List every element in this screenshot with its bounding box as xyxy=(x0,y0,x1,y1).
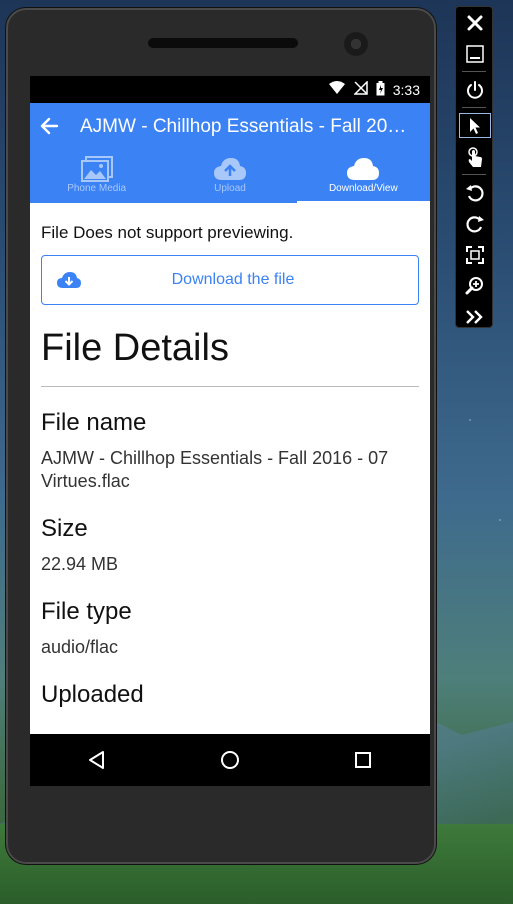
file-type-label: File type xyxy=(41,598,132,625)
divider xyxy=(41,386,419,387)
tab-phone-media[interactable]: Phone Media xyxy=(30,151,163,203)
file-type-value: audio/flac xyxy=(41,637,119,657)
no-signal-icon xyxy=(352,80,368,98)
preview-unsupported-message: File Does not support previewing. xyxy=(41,223,294,242)
emulator-toolbar xyxy=(455,6,493,328)
front-camera xyxy=(344,32,368,56)
tab-download-view[interactable]: Download/View xyxy=(296,151,430,203)
back-arrow-icon[interactable] xyxy=(38,115,60,143)
tab-label: Phone Media xyxy=(67,183,127,194)
image-gallery-icon xyxy=(30,155,163,183)
size-label: Size xyxy=(41,515,88,542)
rotate-left-icon[interactable] xyxy=(456,177,494,208)
file-name-label: File name xyxy=(41,409,147,436)
status-time: 3:33 xyxy=(392,81,420,98)
recents-icon[interactable] xyxy=(343,740,383,780)
tab-upload[interactable]: Upload xyxy=(163,151,296,203)
android-nav-bar xyxy=(30,734,430,786)
file-name-value: AJMW - Chillhop Essentials - Fall 2016 -… xyxy=(41,448,389,491)
more-icon[interactable] xyxy=(456,301,494,332)
touch-icon[interactable] xyxy=(456,141,494,172)
app-bar: AJMW - Chillhop Essentials - Fall 2016 -… xyxy=(30,103,430,203)
file-details-content: File Does not support previewing. Downlo… xyxy=(30,203,430,709)
download-file-label: Download the file xyxy=(171,271,295,288)
tab-label: Upload xyxy=(214,183,246,194)
minimize-icon[interactable] xyxy=(456,38,494,69)
rotate-right-icon[interactable] xyxy=(456,208,494,239)
back-icon[interactable] xyxy=(77,740,117,780)
pointer-icon[interactable] xyxy=(456,110,494,141)
battery-icon xyxy=(376,80,385,99)
home-icon[interactable] xyxy=(210,740,250,780)
uploaded-label: Uploaded xyxy=(41,681,144,708)
status-bar: 3:33 xyxy=(30,76,430,103)
close-icon[interactable] xyxy=(456,7,494,38)
power-icon[interactable] xyxy=(456,74,494,105)
page-title: AJMW - Chillhop Essentials - Fall 2016 -… xyxy=(80,116,412,137)
file-details-heading: File Details xyxy=(41,327,229,369)
cloud-download-icon xyxy=(56,271,82,294)
phone-emulator-frame: 3:33 AJMW - Chillhop Essentials - Fall 2… xyxy=(6,8,436,864)
toolbar-separator xyxy=(462,71,486,72)
cloud-upload-icon xyxy=(163,155,296,183)
download-file-button[interactable]: Download the file xyxy=(41,255,419,305)
wifi-icon xyxy=(328,81,346,98)
phone-screen: 3:33 AJMW - Chillhop Essentials - Fall 2… xyxy=(30,76,430,786)
zoom-icon[interactable] xyxy=(456,270,494,301)
fit-screen-icon[interactable] xyxy=(456,239,494,270)
cloud-icon xyxy=(297,155,430,183)
toolbar-separator xyxy=(462,107,486,108)
toolbar-separator xyxy=(462,174,486,175)
size-value: 22.94 MB xyxy=(41,554,119,574)
tab-bar: Phone Media Upload Download/View xyxy=(30,151,430,203)
speaker-grille xyxy=(148,38,298,48)
tab-label: Download/View xyxy=(328,183,398,194)
